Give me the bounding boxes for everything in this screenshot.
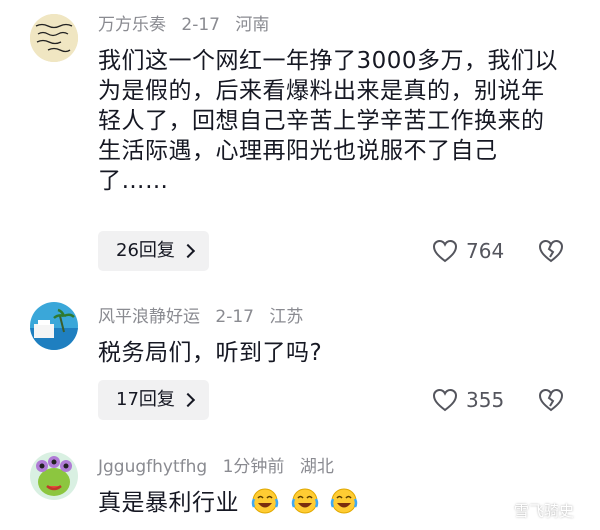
username[interactable]: Jggugfhytfhg xyxy=(98,457,207,477)
reply-label: 17回复 xyxy=(116,389,175,410)
like-button[interactable]: 355 xyxy=(432,384,504,416)
reply-button[interactable]: 26回复 xyxy=(98,231,209,271)
comment-meta: 风平浪静好运 2-17 江苏 xyxy=(98,306,313,328)
crying-laughing-icon xyxy=(291,488,318,514)
comment-location: 河南 xyxy=(235,15,270,35)
comment-meta: Jggugfhytfhg 1分钟前 湖北 xyxy=(98,456,344,478)
comment-meta: 万方乐奏 2-17 河南 xyxy=(98,14,279,36)
reply-button[interactable]: 17回复 xyxy=(98,380,209,420)
comment-date: 1分钟前 xyxy=(222,457,285,477)
crying-laughing-icon xyxy=(331,488,358,514)
comment-date: 2-17 xyxy=(215,307,254,327)
comment-location: 湖北 xyxy=(299,457,334,477)
avatar[interactable] xyxy=(30,452,78,500)
username[interactable]: 万方乐奏 xyxy=(98,15,166,35)
comment-text: 我们这一个网红一年挣了3000多万，我们以为是假的，后来看爆料出来是真的，别说年… xyxy=(98,48,559,194)
comment-date: 2-17 xyxy=(181,15,220,35)
dislike-icon[interactable] xyxy=(538,387,564,413)
dislike-icon[interactable] xyxy=(538,238,564,264)
crying-laughing-icon xyxy=(251,488,279,514)
avatar[interactable] xyxy=(30,302,78,350)
comment-text: 税务局们，听到了吗? xyxy=(98,340,323,366)
comment-text-content: 真是暴利行业 xyxy=(98,490,239,516)
watermark-logo-icon xyxy=(494,502,510,519)
like-count: 764 xyxy=(466,239,505,263)
avatar[interactable] xyxy=(30,14,78,62)
reply-label: 26回复 xyxy=(116,240,175,261)
watermark-text: 雪飞骑史 xyxy=(514,502,575,520)
heart-icon xyxy=(432,388,458,412)
heart-icon xyxy=(432,239,458,263)
like-button[interactable]: 764 xyxy=(432,235,504,267)
chevron-right-icon xyxy=(180,392,195,408)
comment-location: 江苏 xyxy=(269,307,304,327)
like-count: 355 xyxy=(466,388,505,412)
username[interactable]: 风平浪静好运 xyxy=(98,307,200,327)
chevron-right-icon xyxy=(180,243,195,259)
watermark: 雪飞骑史 xyxy=(494,500,574,521)
